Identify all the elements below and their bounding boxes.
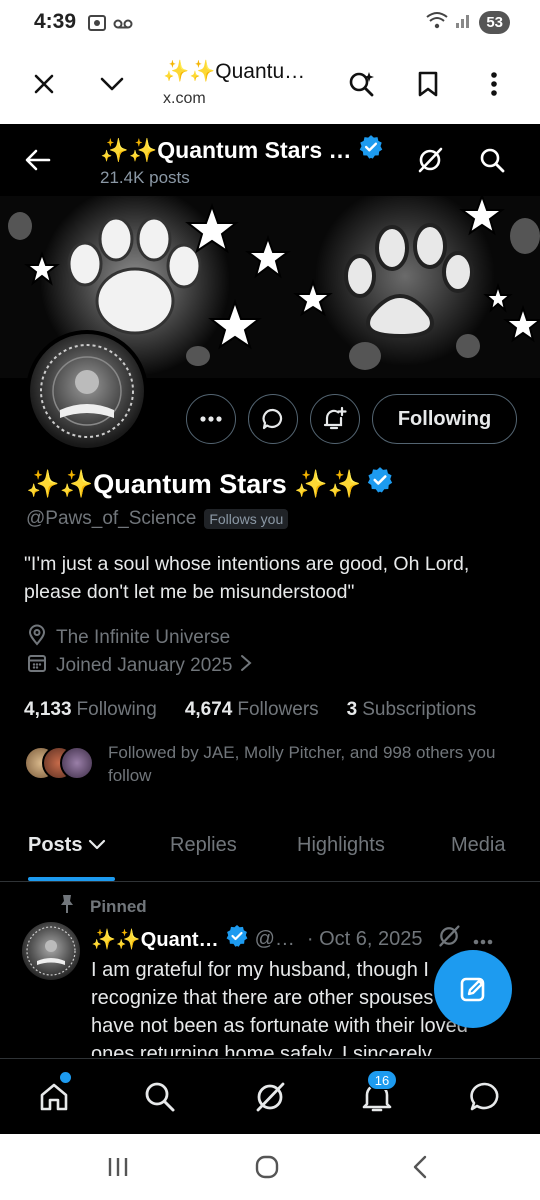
handle-row: @Paws_of_Science Follows you <box>26 508 289 530</box>
followers-stat[interactable]: 4,674 Followers <box>185 699 319 721</box>
screenshot-icon <box>86 12 108 34</box>
profile-tabs: Posts Replies Highlights Media <box>0 818 540 882</box>
bell-plus-icon <box>323 406 347 430</box>
subscriptions-stat[interactable]: 3 Subscriptions <box>347 699 477 721</box>
display-name-text: ✨✨Quantum Stars ✨✨ <box>26 468 362 499</box>
back-icon[interactable] <box>400 1152 440 1182</box>
search-icon[interactable] <box>140 1077 180 1117</box>
following-stat[interactable]: 4,133 Following <box>24 699 157 721</box>
post-author-handle: @… <box>254 927 295 950</box>
messages-icon[interactable] <box>465 1077 505 1117</box>
status-bar: 4:39 53 <box>0 0 540 48</box>
home-icon[interactable] <box>34 1077 74 1117</box>
search-icon[interactable] <box>472 140 512 180</box>
tab-highlights[interactable]: Highlights <box>297 834 385 857</box>
profile-header-bar: ✨✨Quantum Stars … 21.4K posts <box>0 124 540 196</box>
followers-count: 4,674 <box>184 699 233 720</box>
compose-post-button[interactable] <box>434 950 512 1028</box>
subscriptions-label: Subscriptions <box>362 699 477 720</box>
location-pin-icon <box>26 624 48 652</box>
notification-subscribe-button[interactable] <box>310 394 360 444</box>
battery-indicator: 53 <box>479 11 510 34</box>
post-author-name[interactable]: ✨✨Quant… <box>91 927 219 952</box>
verified-badge-icon <box>358 134 384 166</box>
compose-icon <box>460 977 485 1002</box>
header-profile-name: ✨✨Quantum Stars … <box>100 134 384 166</box>
browser-toolbar: ✨✨Quantu… x.com <box>0 48 540 124</box>
joined-text: Joined January 2025 <box>56 655 233 676</box>
active-tab-indicator <box>28 877 115 881</box>
message-bubble-icon <box>262 408 283 430</box>
grok-icon[interactable] <box>437 924 461 954</box>
chevron-down-icon <box>88 834 106 857</box>
close-icon[interactable] <box>24 64 64 104</box>
following-button[interactable]: Following <box>372 394 517 444</box>
following-count: 4,133 <box>24 699 72 720</box>
joined-row[interactable]: Joined January 2025 <box>26 652 252 680</box>
home-notification-dot <box>60 1072 71 1083</box>
status-time: 4:39 <box>34 10 77 33</box>
chevron-down-icon[interactable] <box>92 64 132 104</box>
notifications-badge: 16 <box>367 1070 397 1090</box>
followers-label: Followers <box>237 699 319 720</box>
profile-bio: "I'm just a soul whose intentions are go… <box>24 553 470 603</box>
chevron-right-icon <box>240 654 252 678</box>
followed-by-text[interactable]: Followed by JAE, Molly Pitcher, and 998 … <box>108 741 528 787</box>
verified-badge-icon <box>225 924 249 954</box>
tab-posts[interactable]: Posts <box>28 834 106 857</box>
profile-avatar[interactable] <box>26 330 148 452</box>
tab-posts-label: Posts <box>28 834 83 856</box>
bookmark-icon[interactable] <box>408 64 448 104</box>
home-button-icon[interactable] <box>247 1152 287 1182</box>
avatar <box>60 746 94 780</box>
location-text: The Infinite Universe <box>56 627 231 648</box>
calendar-icon <box>26 652 48 680</box>
header-name-text: ✨✨Quantum Stars … <box>100 136 352 163</box>
search-sparkle-icon[interactable] <box>342 64 382 104</box>
more-vertical-icon[interactable] <box>474 64 514 104</box>
grok-icon[interactable] <box>250 1077 290 1117</box>
post-author-avatar[interactable] <box>22 922 80 980</box>
profile-handle: @Paws_of_Science <box>26 508 197 529</box>
post-date[interactable]: · Oct 6, 2025 <box>307 928 423 951</box>
display-name: ✨✨Quantum Stars ✨✨ <box>26 466 394 501</box>
more-horizontal-icon[interactable] <box>473 928 493 951</box>
more-options-button[interactable] <box>186 394 236 444</box>
signal-icon <box>455 11 473 34</box>
system-navigation-bar <box>0 1134 540 1200</box>
following-label: Following <box>76 699 157 720</box>
more-horizontal-icon <box>200 416 222 422</box>
location-row: The Infinite Universe <box>26 624 230 652</box>
recent-apps-icon[interactable] <box>98 1152 138 1182</box>
follows-you-badge: Follows you <box>204 509 289 529</box>
header-posts-count: 21.4K posts <box>100 168 190 187</box>
tab-replies[interactable]: Replies <box>170 834 237 857</box>
page-domain: x.com <box>163 90 206 107</box>
message-button[interactable] <box>248 394 298 444</box>
wifi-icon <box>425 10 449 35</box>
back-arrow-icon[interactable] <box>18 140 58 180</box>
post-header: ✨✨Quant… @… · Oct 6, 2025 <box>91 924 493 954</box>
bottom-navigation: 16 <box>0 1058 540 1134</box>
pinned-indicator: Pinned <box>58 894 147 919</box>
verified-badge-icon <box>366 466 394 501</box>
tab-media[interactable]: Media <box>451 834 505 857</box>
follow-stats: 4,133 Following 4,674 Followers 3 Subscript… <box>24 699 476 721</box>
subscriptions-count: 3 <box>346 699 358 720</box>
pinned-label: Pinned <box>90 896 147 916</box>
grok-icon[interactable] <box>410 140 450 180</box>
voicemail-icon <box>112 12 134 34</box>
page-title: ✨✨Quantu… <box>163 60 306 83</box>
followed-by-avatars[interactable] <box>24 746 96 782</box>
pin-icon <box>58 894 76 919</box>
